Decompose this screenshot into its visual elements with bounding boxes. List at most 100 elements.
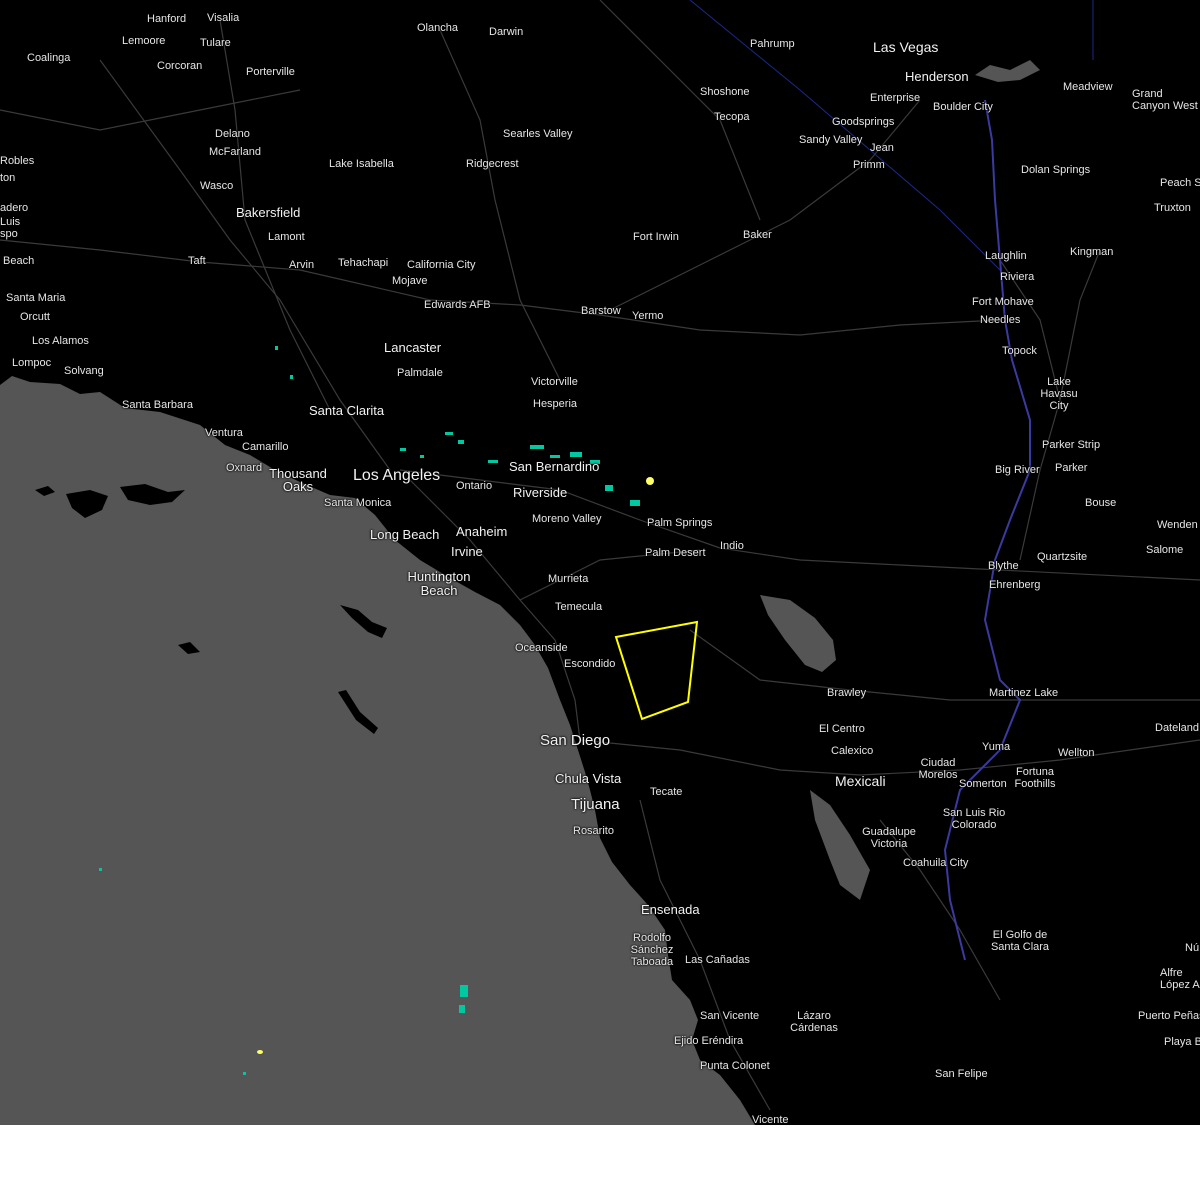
city-label: Topock xyxy=(1002,345,1037,357)
city-label: Bouse xyxy=(1085,497,1117,509)
city-label: Thousand Oaks xyxy=(269,466,327,494)
city-label: Brawley xyxy=(827,687,867,699)
city-label: Chula Vista xyxy=(555,771,622,786)
city-label: Riviera xyxy=(1000,271,1035,283)
city-label: Goodsprings xyxy=(832,116,895,128)
radar-echo xyxy=(605,485,613,491)
city-label: Hesperia xyxy=(533,398,578,410)
city-label: Henderson xyxy=(905,69,969,84)
radar-echo xyxy=(99,868,102,871)
city-label: Visalia xyxy=(207,12,240,24)
city-label: McFarland xyxy=(209,146,261,158)
city-label: Riverside xyxy=(513,485,568,500)
city-label: Big River xyxy=(995,464,1040,476)
city-label: Corcoran xyxy=(157,60,203,72)
city-label: Fort Irwin xyxy=(633,231,679,243)
city-label: Ciudad Morelos xyxy=(918,757,958,781)
city-label: Ehrenberg xyxy=(989,579,1041,591)
city-label: Victorville xyxy=(531,376,578,388)
city-label: Santa Maria xyxy=(6,292,66,304)
warning-polygon xyxy=(614,620,699,721)
city-label: Palm Springs xyxy=(647,517,713,529)
city-label: Lamont xyxy=(268,231,305,243)
city-label: El Centro xyxy=(819,723,865,735)
city-label: Arvin xyxy=(289,259,315,271)
city-label: Los Alamos xyxy=(32,335,89,347)
city-label: Searles Valley xyxy=(503,128,573,140)
radar-echo xyxy=(400,448,406,451)
city-label: California City xyxy=(407,259,476,271)
city-label: Punta Colonet xyxy=(700,1060,770,1072)
city-label: Shoshone xyxy=(700,86,750,98)
city-label: San Felipe xyxy=(935,1068,988,1080)
city-label: Bakersfield xyxy=(236,205,301,220)
city-label: Huntington Beach xyxy=(407,569,471,598)
city-label: Salome xyxy=(1146,544,1184,556)
gulf-of-california xyxy=(810,790,870,900)
city-label: San Vicente xyxy=(700,1010,760,1022)
city-label: Camarillo xyxy=(242,441,289,453)
map-geography xyxy=(0,0,1200,1125)
city-label: Nú xyxy=(1185,942,1200,954)
radar-echo xyxy=(630,500,640,506)
city-label: Tehachapi xyxy=(338,257,389,269)
city-label: Playa B xyxy=(1164,1036,1200,1048)
radar-echo xyxy=(570,452,582,457)
city-label: Lancaster xyxy=(384,340,442,355)
radar-echo xyxy=(275,346,278,350)
radar-echo-strong xyxy=(646,477,654,485)
city-label: Santa Monica xyxy=(324,497,392,509)
city-label: Lake Isabella xyxy=(329,158,394,170)
city-label: Truxton xyxy=(1154,202,1191,214)
city-label: Oceanside xyxy=(515,642,568,654)
city-label: Temecula xyxy=(555,601,603,613)
city-label: Olancha xyxy=(417,22,458,34)
city-label: Rosarito xyxy=(573,825,614,837)
radar-echo xyxy=(458,440,464,444)
city-label: Dolan Springs xyxy=(1021,164,1091,176)
city-label: Moreno Valley xyxy=(532,513,602,525)
city-label: Tijuana xyxy=(571,796,620,813)
city-label: Alfre López A xyxy=(1160,967,1200,991)
city-label: ton xyxy=(0,172,16,184)
city-label: Yermo xyxy=(632,310,664,322)
lake-mead xyxy=(975,60,1040,82)
city-label: Wellton xyxy=(1058,747,1095,759)
colorado-river xyxy=(943,99,1031,961)
radar-echo xyxy=(420,455,424,458)
radar-echo xyxy=(488,460,498,463)
city-label: Wenden xyxy=(1157,519,1198,531)
radar-echo xyxy=(550,455,560,458)
city-label: Barstow xyxy=(581,305,621,317)
pacific-ocean xyxy=(0,376,755,1125)
city-label: Taft xyxy=(188,255,206,267)
city-label: Ejido Eréndira xyxy=(674,1035,744,1047)
city-label: Las Cañadas xyxy=(685,954,750,966)
city-label: Boulder City xyxy=(933,101,993,113)
city-label: Porterville xyxy=(246,66,295,78)
city-label: Ontario xyxy=(456,480,493,492)
city-label: Sandy Valley xyxy=(799,134,863,146)
city-label: Pahrump xyxy=(750,38,795,50)
city-label: Los Angeles xyxy=(353,467,441,484)
city-label: Irvine xyxy=(451,544,483,559)
city-label: Vicente xyxy=(752,1114,789,1125)
city-label: Edwards AFB xyxy=(424,299,491,311)
city-label: Darwin xyxy=(489,26,524,38)
city-label: Hanford xyxy=(147,13,187,25)
city-label: Jean xyxy=(870,142,894,154)
radar-echo xyxy=(243,1072,246,1075)
city-label: Quartzsite xyxy=(1037,551,1088,563)
city-label: Palm Desert xyxy=(645,547,706,559)
city-label: Grand Canyon West xyxy=(1132,88,1198,112)
city-label: Coalinga xyxy=(27,52,71,64)
city-label: Murrieta xyxy=(548,573,589,585)
city-label: Indio xyxy=(720,540,744,552)
radar-echo xyxy=(460,985,468,997)
radar-map[interactable]: Hanford Visalia Lemoore Tulare Coalinga … xyxy=(0,0,1200,1125)
city-label: Fort Mohave xyxy=(972,296,1034,308)
city-label: Orcutt xyxy=(20,311,50,323)
radar-echo-strong xyxy=(257,1050,263,1054)
city-label: Beach xyxy=(3,255,35,267)
city-label: Coahuila City xyxy=(903,857,969,869)
